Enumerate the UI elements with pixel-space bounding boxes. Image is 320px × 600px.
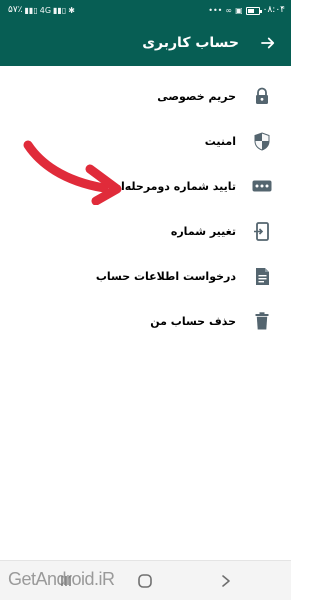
- menu-item-two-step-verification[interactable]: تایید شماره دومرحله‌ای: [0, 164, 291, 209]
- link-icon: ∞: [225, 6, 233, 15]
- status-bar: ۵۷٪ ▮▮▯ 4G ▮▮▯ ✱ ••• ∞ ▣ ۰۸:۰۴: [0, 0, 291, 21]
- dots-key-icon: [251, 175, 273, 197]
- status-right: ••• ∞ ▣ ۰۸:۰۴: [208, 0, 285, 21]
- trash-icon: [251, 310, 273, 332]
- shield-icon: [251, 130, 273, 152]
- system-nav-bar: GetAndroid.iR: [0, 560, 291, 600]
- menu-item-label: امنیت: [204, 135, 236, 148]
- nav-back-icon[interactable]: [216, 571, 236, 591]
- phone-swap-icon: [251, 220, 273, 242]
- arrow-forward-icon[interactable]: [257, 32, 279, 54]
- lock-icon: [251, 85, 273, 107]
- menu-item-label: درخواست اطلاعات حساب: [95, 270, 236, 283]
- network-type: 4G: [39, 6, 52, 15]
- menu-item-privacy[interactable]: حریم خصوصی: [0, 74, 291, 119]
- menu-item-change-number[interactable]: تغییر شماره: [0, 209, 291, 254]
- menu-item-label: تایید شماره دومرحله‌ای: [110, 180, 236, 193]
- page-title: حساب کاربری: [142, 35, 239, 51]
- status-time: ۰۸:۰۴: [262, 5, 285, 15]
- home-circle-icon[interactable]: [135, 571, 155, 591]
- battery-icon: [245, 6, 262, 15]
- image-icon: ▣: [235, 6, 243, 15]
- menu-item-delete-account[interactable]: حذف حساب من: [0, 299, 291, 344]
- menu-item-label: حذف حساب من: [150, 315, 236, 328]
- more-notifications-icon: •••: [208, 6, 223, 15]
- menu-item-label: حریم خصوصی: [157, 90, 236, 103]
- menu-item-label: تغییر شماره: [170, 225, 236, 238]
- settings-list: حریم خصوصی امنیت: [0, 74, 291, 344]
- signal-2-icon: ▮▮▯: [53, 6, 67, 15]
- recent-apps-icon[interactable]: [56, 571, 76, 591]
- app-bar: حساب کاربری: [0, 21, 291, 66]
- status-left: ۵۷٪ ▮▮▯ 4G ▮▮▯ ✱: [8, 0, 75, 21]
- bluetooth-icon: ✱: [68, 6, 75, 15]
- battery-percent: ۵۷٪: [8, 5, 23, 15]
- signal-icon: ▮▮▯: [24, 6, 38, 15]
- battery-fill: [247, 8, 254, 13]
- menu-item-request-account-info[interactable]: درخواست اطلاعات حساب: [0, 254, 291, 299]
- menu-item-security[interactable]: امنیت: [0, 119, 291, 164]
- document-icon: [251, 265, 273, 287]
- account-settings-screen: ۵۷٪ ▮▮▯ 4G ▮▮▯ ✱ ••• ∞ ▣ ۰۸:۰۴ حساب کارب…: [0, 0, 291, 600]
